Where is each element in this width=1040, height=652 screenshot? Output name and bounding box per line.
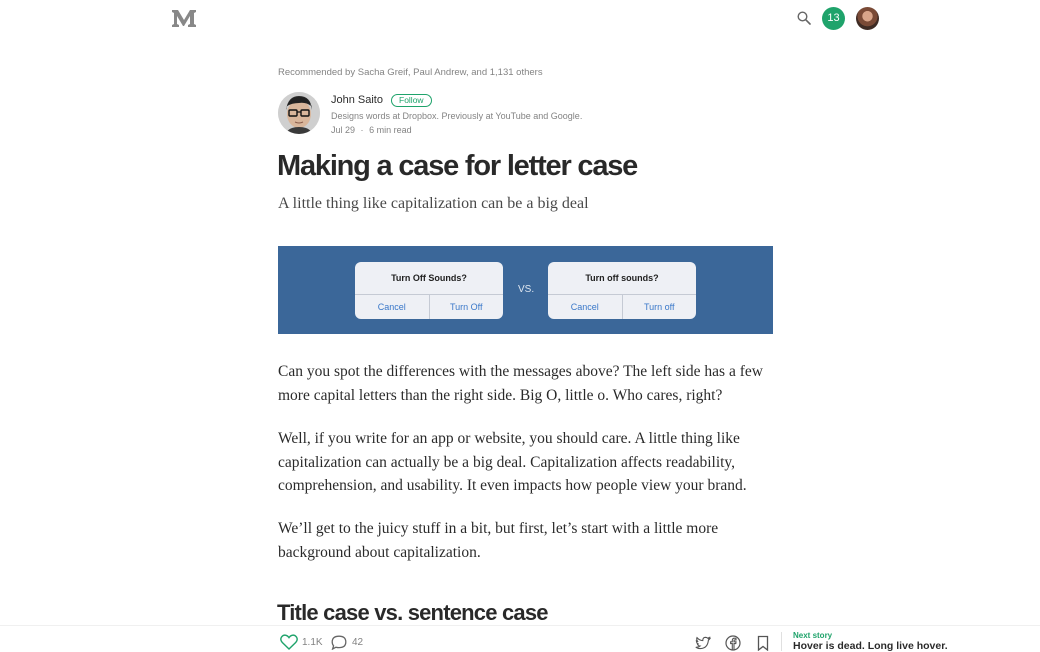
response-count[interactable]: 42 [352, 637, 363, 648]
section-heading: Title case vs. sentence case [277, 600, 549, 625]
follow-button[interactable]: Follow [391, 94, 432, 107]
right-dialog-cancel: Cancel [570, 302, 599, 312]
hero-image: Turn Off Sounds? Cancel Turn Off VS. Tur… [278, 246, 773, 334]
notification-badge[interactable]: 13 [822, 7, 845, 30]
paragraph: Well, if you write for an app or website… [278, 430, 747, 494]
next-story-title[interactable]: Hover is dead. Long live hover. [793, 640, 948, 652]
article-title: Making a case for letter case [277, 150, 638, 182]
post-date: Jul 29 [331, 125, 356, 135]
heart-icon[interactable] [280, 634, 298, 650]
meta-separator: · [360, 125, 364, 135]
search-icon[interactable] [797, 11, 811, 25]
recommended-by: Recommended by Sacha Greif, Paul Andrew,… [278, 67, 543, 78]
clap-count[interactable]: 1.1K [302, 637, 323, 648]
left-dialog-mockup: Turn Off Sounds? Cancel Turn Off [355, 262, 503, 319]
article-subtitle: A little thing like capitalization can b… [278, 195, 589, 212]
author-bio: Designs words at Dropbox. Previously at … [331, 111, 583, 121]
divider [781, 632, 782, 651]
user-avatar[interactable] [856, 7, 879, 30]
left-dialog-title: Turn Off Sounds? [391, 273, 467, 283]
left-dialog-confirm: Turn Off [428, 295, 504, 319]
paragraph: Can you spot the differences with the me… [278, 363, 763, 404]
post-meta: Jul 29 · 6 min read [331, 125, 412, 135]
author-name[interactable]: John Saito [331, 94, 383, 106]
author-avatar[interactable] [278, 92, 320, 134]
left-dialog-cancel: Cancel [377, 302, 406, 312]
comment-icon[interactable] [331, 635, 347, 650]
versus-label: VS. [518, 284, 535, 295]
facebook-icon[interactable] [725, 635, 741, 651]
twitter-icon[interactable] [695, 635, 711, 651]
right-dialog-confirm: Turn off [621, 295, 697, 319]
medium-logo-icon[interactable] [172, 9, 196, 27]
right-dialog-mockup: Turn off sounds? Cancel Turn off [548, 262, 696, 319]
read-time: 6 min read [369, 125, 412, 135]
paragraph: We’ll get to the juicy stuff in a bit, b… [278, 520, 719, 561]
bottom-action-bar: 1.1K 42 Next story Hover is dead. Long l… [0, 625, 1040, 652]
right-dialog-title: Turn off sounds? [585, 273, 659, 283]
next-story-label: Next story [793, 631, 833, 640]
bookmark-icon[interactable] [755, 635, 771, 651]
